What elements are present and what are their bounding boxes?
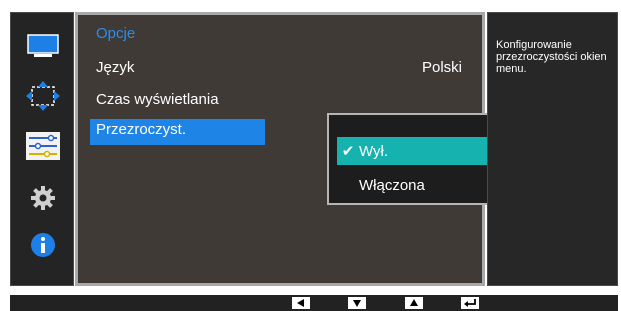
checkmark-icon: ✔ xyxy=(341,143,355,160)
menu-item-label: Czas wyświetlania xyxy=(96,91,219,108)
menu-item-language[interactable]: Język xyxy=(96,59,134,76)
bottom-button-bar xyxy=(10,295,618,311)
down-arrow-icon xyxy=(353,300,361,307)
monitor-icon xyxy=(27,34,59,57)
sidebar-item-information[interactable] xyxy=(25,230,61,260)
language-value: Polski xyxy=(421,59,462,76)
up-arrow-icon xyxy=(410,299,418,306)
help-panel: Konfigurowanie przezroczystości okien me… xyxy=(487,12,618,286)
sliders-icon xyxy=(26,132,60,160)
info-icon xyxy=(31,233,55,257)
menu-title: Opcje xyxy=(96,25,136,42)
menu-item-label: Przezroczyst. xyxy=(96,121,187,138)
menu-item-label: Język xyxy=(96,59,135,76)
osd-menu: Opcje Język Polski Czas wyświetlania Prz… xyxy=(10,12,618,286)
sidebar xyxy=(10,12,74,286)
settings-panel: Opcje Język Polski Czas wyświetlania Prz… xyxy=(75,12,537,286)
enter-return-icon xyxy=(464,299,476,307)
menu-item-transparency[interactable]: Przezroczyst. xyxy=(96,121,186,138)
nav-up-button[interactable] xyxy=(405,297,423,309)
option-label: Włączona xyxy=(359,176,425,194)
nav-left-button[interactable] xyxy=(292,297,310,309)
left-arrow-icon xyxy=(297,299,304,307)
sidebar-item-picture[interactable] xyxy=(25,32,61,62)
nav-down-button[interactable] xyxy=(348,297,366,309)
sidebar-item-settings-active[interactable] xyxy=(25,131,61,161)
nav-enter-button[interactable] xyxy=(461,297,479,309)
gear-icon xyxy=(31,186,55,210)
option-label: Wył. xyxy=(359,142,389,160)
resize-arrows-icon xyxy=(26,81,60,111)
sidebar-item-system[interactable] xyxy=(25,183,61,213)
help-text: Konfigurowanie przezroczystości okien me… xyxy=(496,39,607,75)
sidebar-item-screen[interactable] xyxy=(25,81,61,111)
menu-item-display-time[interactable]: Czas wyświetlania xyxy=(96,91,219,108)
